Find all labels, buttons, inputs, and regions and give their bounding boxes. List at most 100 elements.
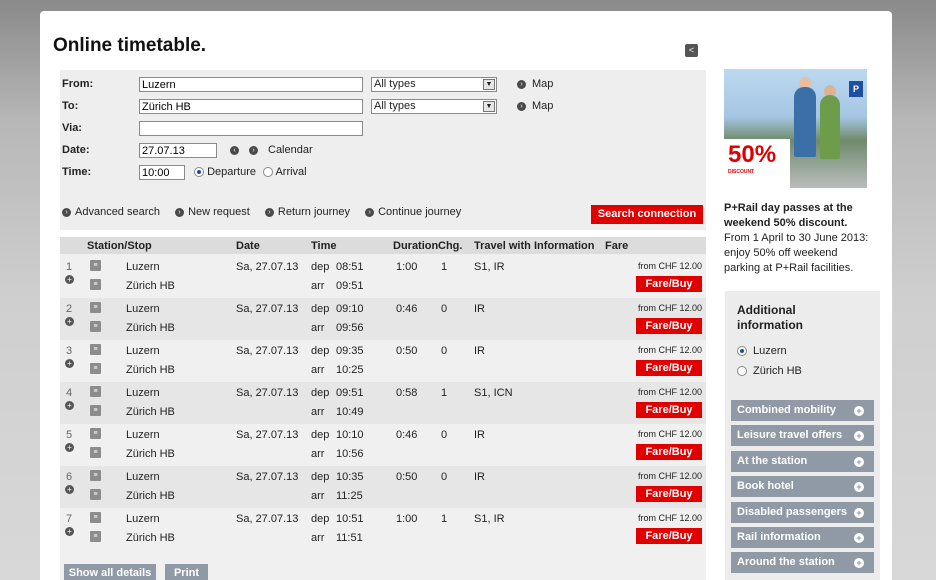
arrival-option[interactable]: Arrival [263, 166, 307, 178]
from-input[interactable] [139, 77, 363, 92]
from-type-select[interactable]: All types ▼ [371, 77, 497, 92]
additional-info-button[interactable]: Leisure travel offers + [731, 425, 874, 447]
to-station[interactable]: Zürich HB [126, 532, 175, 544]
changes: 1 [441, 513, 448, 525]
additional-info-button[interactable]: Combined mobility + [731, 400, 874, 421]
search-connection-button[interactable]: Search connection [591, 205, 703, 224]
station-info-icon[interactable]: ≡ [90, 489, 101, 500]
from-station[interactable]: Luzern [126, 471, 160, 483]
dep-time: 09:51 [336, 387, 364, 399]
station-radio[interactable] [737, 346, 747, 357]
from-map-link[interactable]: › Map [517, 78, 553, 90]
additional-info-button[interactable]: At the station + [731, 450, 874, 472]
ad-headline[interactable]: P+Rail day passes at the weekend 50% dis… [724, 201, 874, 231]
from-station[interactable]: Luzern [126, 345, 160, 357]
from-station[interactable]: Luzern [126, 513, 160, 525]
to-input[interactable] [139, 99, 363, 114]
prail-ad-image[interactable]: P 50% DISCOUNT [724, 69, 867, 188]
station-option-zurich[interactable]: Zürich HB [737, 365, 802, 377]
station-info-icon[interactable]: ≡ [90, 279, 101, 290]
fare-buy-button[interactable]: Fare/Buy [636, 276, 702, 292]
return-journey-link[interactable]: › Return journey [264, 206, 350, 218]
to-station[interactable]: Zürich HB [126, 322, 175, 334]
additional-info-button[interactable]: Around the station + [731, 552, 874, 574]
expand-icon[interactable]: + [65, 443, 74, 452]
additional-info-button-label: Leisure travel offers [737, 429, 843, 442]
to-map-link[interactable]: › Map [517, 100, 553, 112]
fare-buy-button[interactable]: Fare/Buy [636, 444, 702, 460]
date-input[interactable] [139, 143, 217, 158]
table-row[interactable]: 7 + ≡ ≡ Luzern Zürich HB Sa, 27.07.13 dep 10:51 a… [60, 508, 706, 550]
show-all-details-button[interactable]: Show all details [64, 564, 156, 580]
via-input[interactable] [139, 121, 363, 136]
station-info-icon[interactable]: ≡ [90, 470, 101, 481]
additional-info-button[interactable]: Book hotel + [731, 476, 874, 498]
to-type-select[interactable]: All types ▼ [371, 99, 497, 114]
station-info-icon[interactable]: ≡ [90, 260, 101, 271]
travel-with: S1, ICN [474, 387, 513, 399]
to-station[interactable]: Zürich HB [126, 490, 175, 502]
expand-icon[interactable]: + [65, 275, 74, 284]
header-date: Date [236, 240, 260, 252]
from-station[interactable]: Luzern [126, 303, 160, 315]
expand-icon[interactable]: + [65, 359, 74, 368]
station-option-luzern[interactable]: Luzern [737, 345, 787, 357]
table-row[interactable]: 3 + ≡ ≡ Luzern Zürich HB Sa, 27.07.13 dep 09:35 a… [60, 340, 706, 382]
to-station[interactable]: Zürich HB [126, 448, 175, 460]
additional-info-button[interactable]: Rail information + [731, 527, 874, 548]
print-button[interactable]: Print [165, 564, 208, 580]
new-request-link[interactable]: › New request [175, 206, 250, 218]
station-info-icon[interactable]: ≡ [90, 447, 101, 458]
additional-info-box: Additional information Luzern Zürich HB … [725, 291, 880, 580]
to-station[interactable]: Zürich HB [126, 280, 175, 292]
duration: 1:00 [396, 513, 418, 525]
station-info-icon[interactable]: ≡ [90, 428, 101, 439]
calendar-link[interactable]: Calendar [268, 144, 313, 156]
expand-icon[interactable]: + [65, 401, 74, 410]
station-info-icon[interactable]: ≡ [90, 386, 101, 397]
fare-buy-button[interactable]: Fare/Buy [636, 402, 702, 418]
station-info-icon[interactable]: ≡ [90, 512, 101, 523]
station-info-icon[interactable]: ≡ [90, 531, 101, 542]
next-day-icon[interactable]: › [249, 146, 258, 155]
station-info-icon[interactable]: ≡ [90, 344, 101, 355]
station-info-icon[interactable]: ≡ [90, 302, 101, 313]
expand-icon[interactable]: + [65, 317, 74, 326]
advanced-search-link[interactable]: › Advanced search [62, 206, 160, 218]
results-header: Station/Stop Date Time Duration Chg. Tra… [60, 237, 706, 254]
table-row[interactable]: 2 + ≡ ≡ Luzern Zürich HB Sa, 27.07.13 dep 09:10 a… [60, 298, 706, 340]
fare-buy-button[interactable]: Fare/Buy [636, 360, 702, 376]
dep-label: dep [311, 261, 330, 273]
arr-label: arr [311, 364, 325, 376]
continue-journey-label: Continue journey [378, 206, 462, 218]
duration: 1:00 [396, 261, 418, 273]
fare-buy-button[interactable]: Fare/Buy [636, 318, 702, 334]
to-station[interactable]: Zürich HB [126, 406, 175, 418]
share-icon[interactable]: < [685, 44, 698, 57]
connection-date: Sa, 27.07.13 [236, 429, 299, 441]
table-row[interactable]: 6 + ≡ ≡ Luzern Zürich HB Sa, 27.07.13 dep 10:35 a… [60, 466, 706, 508]
from-station[interactable]: Luzern [126, 387, 160, 399]
table-row[interactable]: 1 + ≡ ≡ Luzern Zürich HB Sa, 27.07.13 dep 08:51 a… [60, 256, 706, 298]
table-row[interactable]: 4 + ≡ ≡ Luzern Zürich HB Sa, 27.07.13 dep 09:51 a… [60, 382, 706, 424]
station-info-icon[interactable]: ≡ [90, 321, 101, 332]
plus-circle-icon: + [854, 507, 864, 518]
to-station[interactable]: Zürich HB [126, 364, 175, 376]
from-station[interactable]: Luzern [126, 429, 160, 441]
station-info-icon[interactable]: ≡ [90, 405, 101, 416]
prev-day-icon[interactable]: ‹ [230, 146, 239, 155]
station-info-icon[interactable]: ≡ [90, 363, 101, 374]
time-input[interactable] [139, 165, 185, 180]
expand-icon[interactable]: + [65, 527, 74, 536]
station-radio[interactable] [737, 366, 747, 377]
continue-journey-link[interactable]: › Continue journey [365, 206, 461, 218]
fare-buy-button[interactable]: Fare/Buy [636, 528, 702, 544]
expand-icon[interactable]: + [65, 485, 74, 494]
table-row[interactable]: 5 + ≡ ≡ Luzern Zürich HB Sa, 27.07.13 dep 10:10 a… [60, 424, 706, 466]
additional-info-button[interactable]: Disabled passengers + [731, 501, 874, 523]
from-station[interactable]: Luzern [126, 261, 160, 273]
departure-radio[interactable] [194, 167, 204, 178]
departure-option[interactable]: Departure [194, 166, 256, 178]
arrival-radio[interactable] [263, 167, 273, 178]
fare-buy-button[interactable]: Fare/Buy [636, 486, 702, 502]
